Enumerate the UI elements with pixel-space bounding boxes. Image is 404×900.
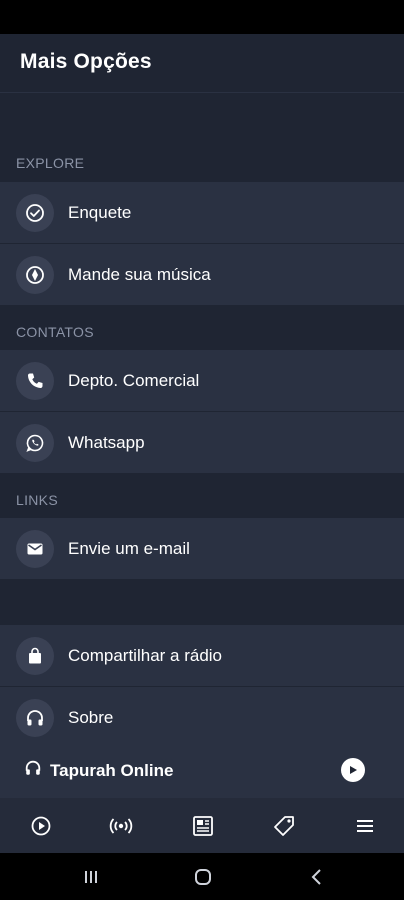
menu-item-label: Whatsapp [68,433,145,452]
tag-icon[interactable] [271,814,297,838]
section-label-contatos: CONTATOS [16,324,94,340]
music-send-icon [16,256,54,294]
play-icon [350,766,357,774]
menu-item-label: Mande sua música [68,265,211,284]
mail-icon [16,530,54,568]
menu-item-email[interactable]: Envie um e-mail [0,518,404,579]
menu-icon[interactable] [352,814,378,838]
home-icon[interactable] [191,867,215,887]
headphones-icon [24,759,42,782]
player-station-title: Tapurah Online [50,761,174,780]
headphones-icon [16,699,54,737]
shopping-bag-icon [16,637,54,675]
app-header: Mais Opções [0,34,404,93]
newspaper-icon[interactable] [190,814,216,838]
section-label-explore: EXPLORE [16,155,85,171]
section-label-links: LINKS [16,492,58,508]
back-icon[interactable] [305,867,329,887]
menu-item-label: Compartilhar a rádio [68,646,223,665]
check-circle-icon [16,194,54,232]
menu-item-sobre[interactable]: Sobre [0,687,404,748]
system-nav-bar [0,853,404,900]
broadcast-icon[interactable] [108,814,134,838]
menu-item-compartilhar[interactable]: Compartilhar a rádio [0,625,404,686]
menu-item-depto-comercial[interactable]: Depto. Comercial [0,350,404,411]
menu-item-whatsapp[interactable]: Whatsapp [0,412,404,473]
menu-item-label: Depto. Comercial [68,371,200,390]
menu-item-label: Sobre [68,708,114,727]
status-bar [0,0,404,34]
menu-item-mande-musica[interactable]: Mande sua música [0,244,404,305]
play-circle-icon[interactable] [28,814,54,838]
menu-item-label: Enquete [68,203,132,222]
bottom-tab-bar [0,798,404,853]
mini-player[interactable]: Tapurah Online [0,741,404,798]
phone-icon [16,362,54,400]
page-title: Mais Opções [20,50,152,73]
menu-item-label: Envie um e-mail [68,539,190,558]
recent-apps-icon[interactable] [79,867,103,887]
menu-item-enquete[interactable]: Enquete [0,182,404,243]
whatsapp-icon [16,424,54,462]
play-button[interactable] [341,758,365,782]
